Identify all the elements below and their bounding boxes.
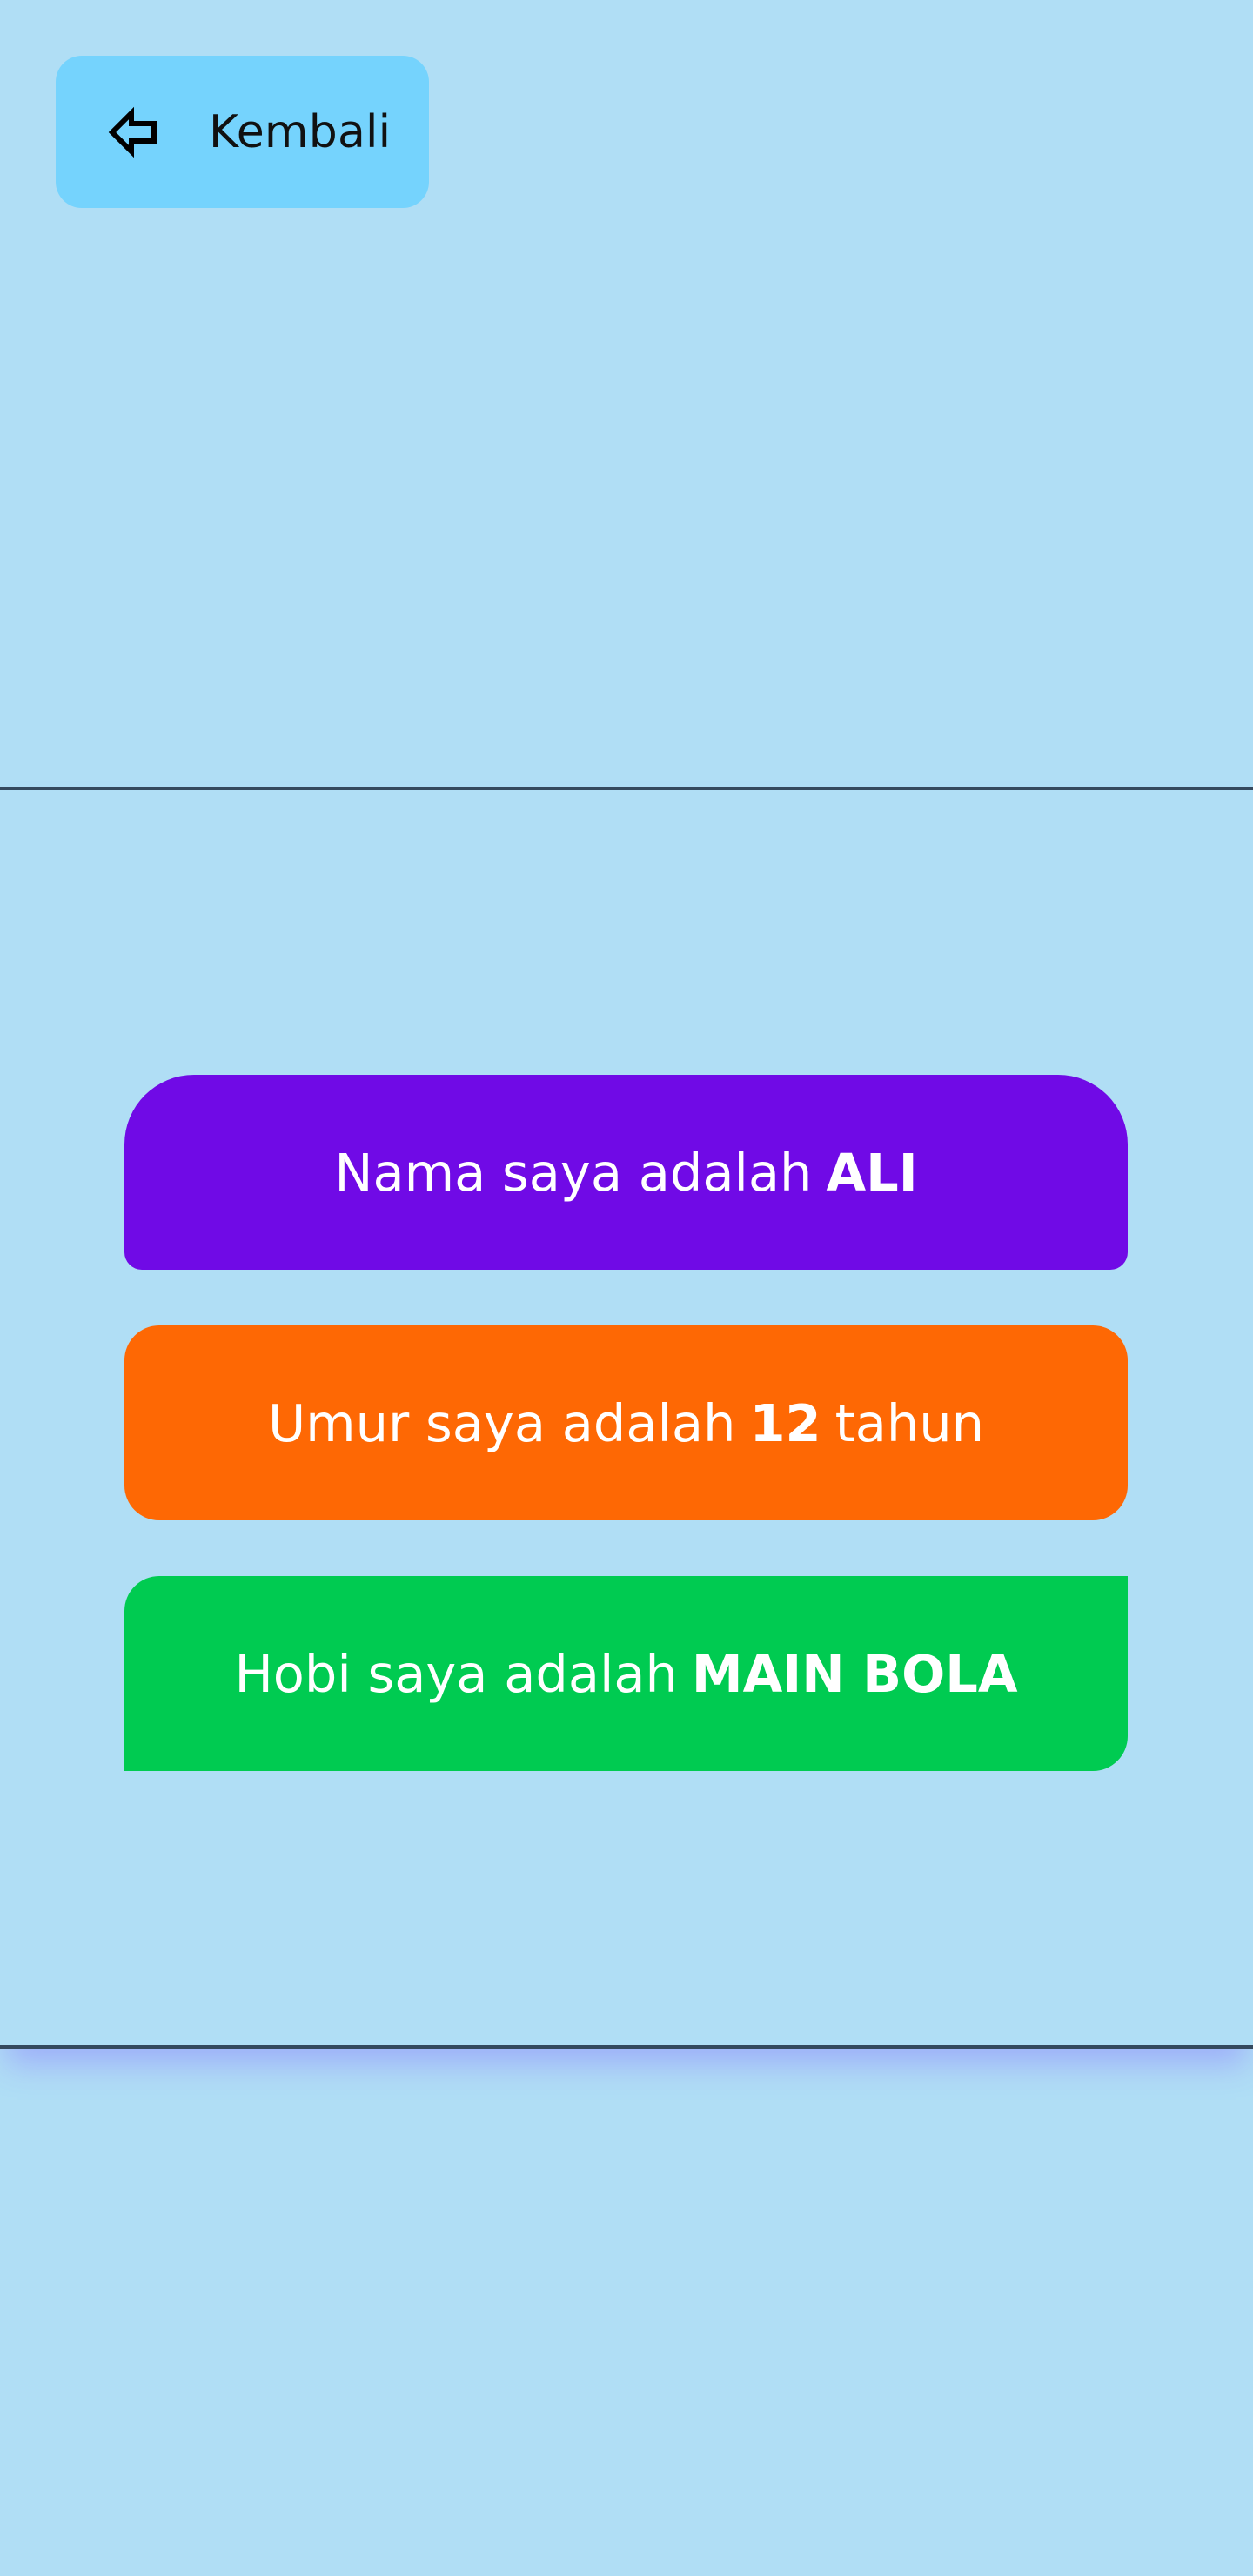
name-value: ALI — [826, 1142, 918, 1203]
age-value: 12 — [749, 1392, 821, 1453]
back-button-label: Kembali — [209, 105, 392, 158]
age-card: Umur saya adalah 12 tahun — [124, 1325, 1128, 1520]
back-button[interactable]: Kembali — [56, 56, 429, 208]
name-card: Nama saya adalah ALI — [124, 1075, 1128, 1270]
age-suffix: tahun — [834, 1392, 985, 1453]
arrow-left-icon — [105, 104, 161, 160]
profile-section: Nama saya adalah ALI Umur saya adalah 12… — [0, 787, 1253, 2049]
age-prefix: Umur saya adalah — [267, 1392, 736, 1453]
hobby-prefix: Hobi saya adalah — [234, 1643, 678, 1704]
name-prefix: Nama saya adalah — [334, 1142, 813, 1203]
hobby-card: Hobi saya adalah MAIN BOLA — [124, 1576, 1128, 1771]
hobby-value: MAIN BOLA — [691, 1643, 1018, 1704]
